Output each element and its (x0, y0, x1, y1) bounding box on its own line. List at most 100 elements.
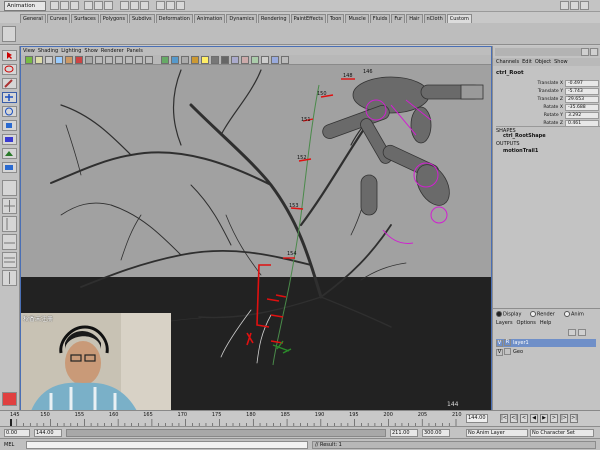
four-pane-layout-icon[interactable] (2, 198, 17, 214)
new-layer-selected-icon[interactable] (578, 329, 586, 336)
time-slider[interactable]: 145 150 155 160 165 170 175 180 185 190 195 200 205 2… (0, 410, 600, 427)
move-tool-icon[interactable] (2, 92, 17, 103)
shelf-tab-subdivs[interactable]: Subdivs (129, 14, 155, 23)
smooth-shade-icon[interactable] (171, 56, 179, 64)
animation-end-field[interactable]: 300.00 (422, 429, 450, 437)
manipulator-tool-icon[interactable] (2, 134, 17, 145)
viewport-menu-shading[interactable]: Shading (38, 47, 58, 55)
viewport-scene[interactable]: 秋香未注册 144 146 148 150 151 152 153 154 (21, 65, 491, 411)
lasso-tool-icon[interactable] (2, 64, 17, 75)
attribute-value-field[interactable]: 3.292 (565, 112, 599, 119)
shelf-tab-ncloth[interactable]: nCloth (423, 14, 446, 23)
gate-mask-icon[interactable] (115, 56, 123, 64)
bookmarks-icon[interactable] (45, 56, 53, 64)
persp-outliner-layout-icon[interactable] (2, 216, 17, 232)
animation-start-field[interactable]: 0.00 (4, 429, 30, 437)
shelf-tab-rendering[interactable]: Rendering (258, 14, 290, 23)
film-gate-icon[interactable] (95, 56, 103, 64)
open-scene-icon[interactable] (60, 1, 69, 10)
ambient-occlusion-icon[interactable] (221, 56, 229, 64)
grease-pencil-icon[interactable] (75, 56, 83, 64)
shelf-tab-fluids[interactable]: Fluids (369, 14, 391, 23)
step-back-key-icon[interactable]: <| (510, 414, 518, 423)
step-forward-frame-icon[interactable]: > (550, 414, 558, 423)
attribute-row[interactable]: Translate X -0.497 (515, 80, 599, 87)
shelf-tab-toon[interactable]: Toon (326, 14, 345, 23)
select-hierarchy-icon[interactable] (84, 1, 93, 10)
channel-box-toggle-icon[interactable] (581, 48, 589, 56)
shelf-tab-fur[interactable]: Fur (391, 14, 406, 23)
attribute-value-field[interactable]: 29.653 (565, 96, 599, 103)
shelf-tab-muscle[interactable]: Muscle (345, 14, 369, 23)
play-backward-icon[interactable]: ◀ (530, 414, 538, 423)
layer-row[interactable]: V Geo (496, 348, 596, 356)
safe-action-icon[interactable] (135, 56, 143, 64)
script-editor-icon[interactable] (2, 392, 17, 406)
2d-pan-zoom-icon[interactable] (65, 56, 73, 64)
shelf-tab-hair[interactable]: Hair (406, 14, 423, 23)
viewport-menu-renderer[interactable]: Renderer (101, 47, 124, 55)
new-scene-icon[interactable] (50, 1, 59, 10)
range-slider-bar[interactable] (66, 429, 386, 437)
attribute-row[interactable]: Translate Z 29.653 (515, 96, 599, 103)
shelf-menu-icon[interactable] (2, 26, 16, 42)
xray-components-icon[interactable] (251, 56, 259, 64)
tool-settings-icon[interactable] (570, 1, 579, 10)
playback-end-field[interactable]: 211.00 (390, 429, 418, 437)
single-pane-layout-icon[interactable] (2, 180, 17, 196)
select-component-icon[interactable] (104, 1, 113, 10)
selected-object-name[interactable]: ctrl_Root (496, 70, 524, 76)
perspective-viewport[interactable]: View Shading Lighting Show Renderer Panels (20, 46, 492, 412)
new-layer-icon[interactable] (568, 329, 576, 336)
channel-box-menu-object[interactable]: Object (535, 59, 551, 65)
go-to-start-icon[interactable]: |< (500, 414, 508, 423)
render-settings-icon[interactable] (176, 1, 185, 10)
save-scene-icon[interactable] (70, 1, 79, 10)
shelf-tab-polygons[interactable]: Polygons (99, 14, 128, 23)
select-camera-icon[interactable] (25, 56, 33, 64)
xray-joints-icon[interactable] (241, 56, 249, 64)
snap-grid-icon[interactable] (120, 1, 129, 10)
shadows-icon[interactable] (211, 56, 219, 64)
isolate-select-icon[interactable] (261, 56, 269, 64)
shelf-tab-painteffects[interactable]: PaintEffects (290, 14, 326, 23)
shelf-tab-dynamics[interactable]: Dynamics (226, 14, 258, 23)
layer-editor-toggle-icon[interactable] (590, 48, 598, 56)
attribute-row[interactable]: Translate Y -5.743 (515, 88, 599, 95)
paint-select-tool-icon[interactable] (2, 78, 17, 89)
layer-mode-display[interactable]: Display (496, 311, 521, 318)
character-set-dropdown[interactable]: No Character Set (530, 429, 594, 437)
viewport-menu-view[interactable]: View (23, 47, 35, 55)
output-node-name[interactable]: motionTrail1 (503, 148, 538, 154)
high-quality-icon[interactable] (271, 56, 279, 64)
layer-mode-anim[interactable]: Anim (564, 311, 584, 318)
resolution-gate-icon[interactable] (105, 56, 113, 64)
shelf-tab-surfaces[interactable]: Surfaces (71, 14, 99, 23)
select-object-icon[interactable] (94, 1, 103, 10)
channel-box-menu-edit[interactable]: Edit (522, 59, 532, 65)
attribute-row[interactable]: Rotate X -35.688 (515, 104, 599, 111)
scale-tool-icon[interactable] (2, 120, 17, 131)
layer-visibility-toggle[interactable]: V (496, 340, 503, 347)
safe-title-icon[interactable] (145, 56, 153, 64)
attribute-value-field[interactable]: -0.497 (565, 80, 599, 87)
xray-icon[interactable] (231, 56, 239, 64)
shelf-tab-curves[interactable]: Curves (46, 14, 71, 23)
render-icon[interactable] (156, 1, 165, 10)
layer-menu-options[interactable]: Options (517, 320, 536, 326)
channel-box-icon[interactable] (580, 1, 589, 10)
ipr-render-icon[interactable] (166, 1, 175, 10)
viewport-menu-panels[interactable]: Panels (127, 47, 143, 55)
layer-display-type-toggle[interactable] (504, 348, 511, 355)
show-manipulator-icon[interactable] (2, 162, 17, 173)
select-tool-icon[interactable] (2, 50, 17, 61)
attribute-editor-icon[interactable] (560, 1, 569, 10)
shelf-tab-custom[interactable]: Custom (446, 14, 472, 23)
graph-editor-layout-icon[interactable] (2, 270, 17, 286)
grid-icon[interactable] (85, 56, 93, 64)
layer-menu-layers[interactable]: Layers (496, 320, 513, 326)
playback-start-field[interactable]: 144.00 (34, 429, 62, 437)
snap-curve-icon[interactable] (130, 1, 139, 10)
shape-node-name[interactable]: ctrl_RootShape (503, 133, 546, 139)
attribute-value-field[interactable]: -5.743 (565, 88, 599, 95)
